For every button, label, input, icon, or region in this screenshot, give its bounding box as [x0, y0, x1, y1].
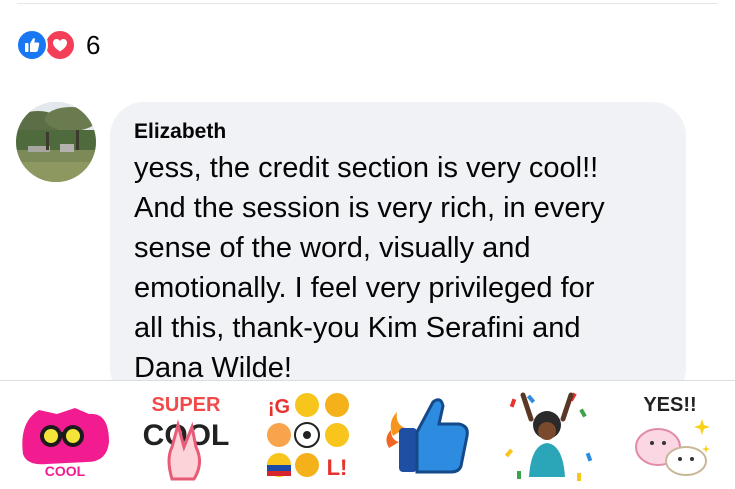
thumbs-up-sticker[interactable]	[378, 385, 478, 485]
yes-sticker-label: YES!!	[644, 394, 697, 416]
comment-bubble: Elizabeth yess, the credit section is ve…	[110, 102, 686, 402]
super-cool-sticker[interactable]: SUPER COOL	[136, 385, 236, 485]
comment-text: yess, the credit section is very cool!! …	[134, 152, 605, 384]
sticker-tray: COOL SUPER COOL ¡G L! YES!!	[0, 380, 735, 489]
super-cool-top-label: SUPER	[151, 394, 220, 416]
love-icon	[44, 29, 76, 61]
comment-author[interactable]: Elizabeth	[134, 118, 662, 146]
goool-sticker[interactable]: ¡G L!	[257, 385, 357, 485]
avatar[interactable]	[16, 102, 96, 182]
goool-bottom-label: L!	[327, 455, 348, 480]
yes-sticker[interactable]: YES!!	[620, 385, 720, 485]
cool-sticker-label: COOL	[44, 463, 85, 479]
cool-sticker[interactable]: COOL	[15, 385, 115, 485]
top-divider	[17, 3, 718, 4]
reactions-summary[interactable]: 6	[16, 29, 100, 61]
reaction-count: 6	[86, 30, 101, 60]
like-icon	[16, 29, 48, 61]
goool-top-label: ¡G	[268, 396, 290, 418]
celebration-sticker[interactable]	[499, 385, 599, 485]
